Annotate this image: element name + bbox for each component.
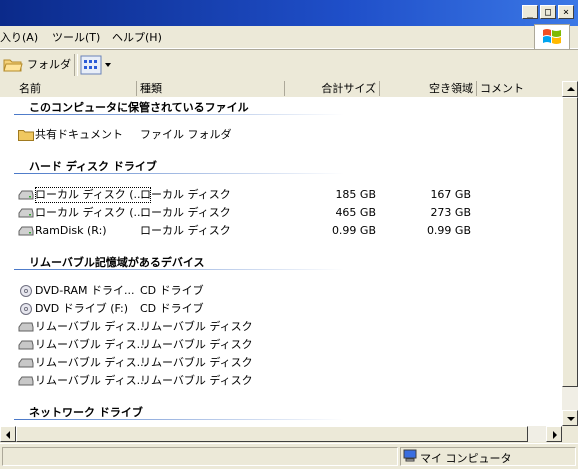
horizontal-scrollbar[interactable] [16, 426, 562, 442]
maximize-button[interactable]: □ [540, 5, 556, 19]
arrow-down-icon [567, 417, 575, 421]
hard-disk-icon [18, 208, 34, 218]
menu-help[interactable]: ヘルプ(H) [112, 29, 162, 45]
item-type: ローカル ディスク [140, 206, 231, 219]
column-total-size[interactable]: 合計サイズ [285, 81, 380, 96]
item-type: リムーバブル ディスク [140, 338, 253, 351]
item-free-space: 273 GB [430, 206, 471, 219]
removable-disk-icon [18, 322, 34, 332]
item-type: ローカル ディスク [140, 188, 231, 201]
item-name: リムーバブル ディス... [35, 374, 148, 387]
group-header-network: ネットワーク ドライブ [29, 406, 143, 419]
item-free-space: 167 GB [430, 188, 471, 201]
vertical-scrollbar[interactable] [562, 81, 578, 426]
column-type[interactable]: 種類 [137, 81, 285, 96]
column-header: 名前 種類 合計サイズ 空き領域 コメント [0, 81, 562, 98]
group-header-removable: リムーバブル記憶域があるデバイス [29, 256, 205, 269]
menu-bar: 入り(A) ツール(T) ヘルプ(H) [0, 24, 578, 50]
item-type: リムーバブル ディスク [140, 356, 253, 369]
scroll-down-button[interactable] [562, 410, 578, 426]
optical-drive-icon [20, 303, 32, 315]
minimize-button[interactable]: _ [522, 5, 538, 19]
item-name: リムーバブル ディス... [35, 320, 148, 333]
menu-tools[interactable]: ツール(T) [52, 29, 100, 45]
item-type: リムーバブル ディスク [140, 374, 253, 387]
removable-disk-icon [18, 358, 34, 368]
item-type: リムーバブル ディスク [140, 320, 253, 333]
item-type: CD ドライブ [140, 284, 204, 297]
column-name[interactable]: 名前 [16, 81, 137, 96]
close-button[interactable]: × [558, 5, 574, 19]
group-divider [14, 114, 344, 115]
column-comment[interactable]: コメント [477, 81, 562, 96]
folders-label: フォルダ [27, 58, 71, 71]
item-name: DVD ドライブ (F:) [35, 302, 129, 315]
scroll-right-button[interactable] [546, 426, 562, 442]
item-name: RamDisk (R:) [35, 224, 107, 237]
item-type: ファイル フォルダ [140, 128, 232, 141]
my-computer-icon [403, 449, 417, 462]
item-name: ローカル ディスク (... [35, 187, 151, 203]
group-divider [14, 173, 344, 174]
item-total-size: 185 GB [335, 188, 376, 201]
optical-drive-icon [20, 285, 32, 297]
hscroll-thumb[interactable] [16, 426, 528, 442]
view-icon [80, 55, 111, 75]
item-free-space: 0.99 GB [426, 224, 471, 237]
item-type: CD ドライブ [140, 302, 204, 315]
item-name: リムーバブル ディス... [35, 338, 148, 351]
scroll-left-button[interactable] [0, 426, 16, 442]
arrow-left-icon [6, 431, 10, 439]
menu-favorites[interactable]: 入り(A) [0, 29, 38, 45]
status-location-label: マイ コンピュータ [420, 452, 512, 465]
group-header-hard-disks: ハード ディスク ドライブ [29, 160, 157, 173]
arrow-up-icon [567, 87, 575, 91]
group-header-stored-files: このコンピュータに保管されているファイル [29, 101, 249, 114]
toolbar: フォルダ [0, 49, 578, 82]
folders-button[interactable]: フォルダ [3, 56, 71, 72]
removable-disk-icon [18, 376, 34, 386]
window-buttons: _ □ × [522, 5, 574, 19]
title-bar: _ □ × [0, 0, 578, 26]
scrollbar-corner [562, 426, 578, 442]
column-free-space[interactable]: 空き領域 [380, 81, 477, 96]
status-bar: マイ コンピュータ [0, 443, 578, 469]
arrow-right-icon [553, 431, 557, 439]
toolbar-separator [74, 54, 78, 76]
windows-flag-icon [543, 29, 561, 44]
item-name: ローカル ディスク (... [35, 206, 145, 219]
file-list: このコンピュータに保管されているファイル 共有ドキュメント ファイル フォルダ … [0, 97, 562, 426]
view-menu-button[interactable] [80, 55, 114, 75]
folders-icon [3, 59, 23, 72]
group-divider [14, 269, 344, 270]
folder-icon [18, 130, 34, 141]
item-name: 共有ドキュメント [35, 128, 123, 141]
hard-disk-icon [18, 190, 34, 200]
group-divider [14, 419, 344, 420]
status-pane-main [2, 447, 398, 466]
item-type: ローカル ディスク [140, 224, 231, 237]
scroll-thumb[interactable] [562, 97, 578, 387]
item-name: リムーバブル ディス... [35, 356, 148, 369]
windows-logo [534, 24, 570, 50]
scroll-up-button[interactable] [562, 81, 578, 97]
hard-disk-icon [18, 226, 34, 236]
item-name: DVD-RAM ドライ... [35, 284, 135, 297]
item-total-size: 0.99 GB [331, 224, 376, 237]
item-total-size: 465 GB [335, 206, 376, 219]
removable-disk-icon [18, 340, 34, 350]
